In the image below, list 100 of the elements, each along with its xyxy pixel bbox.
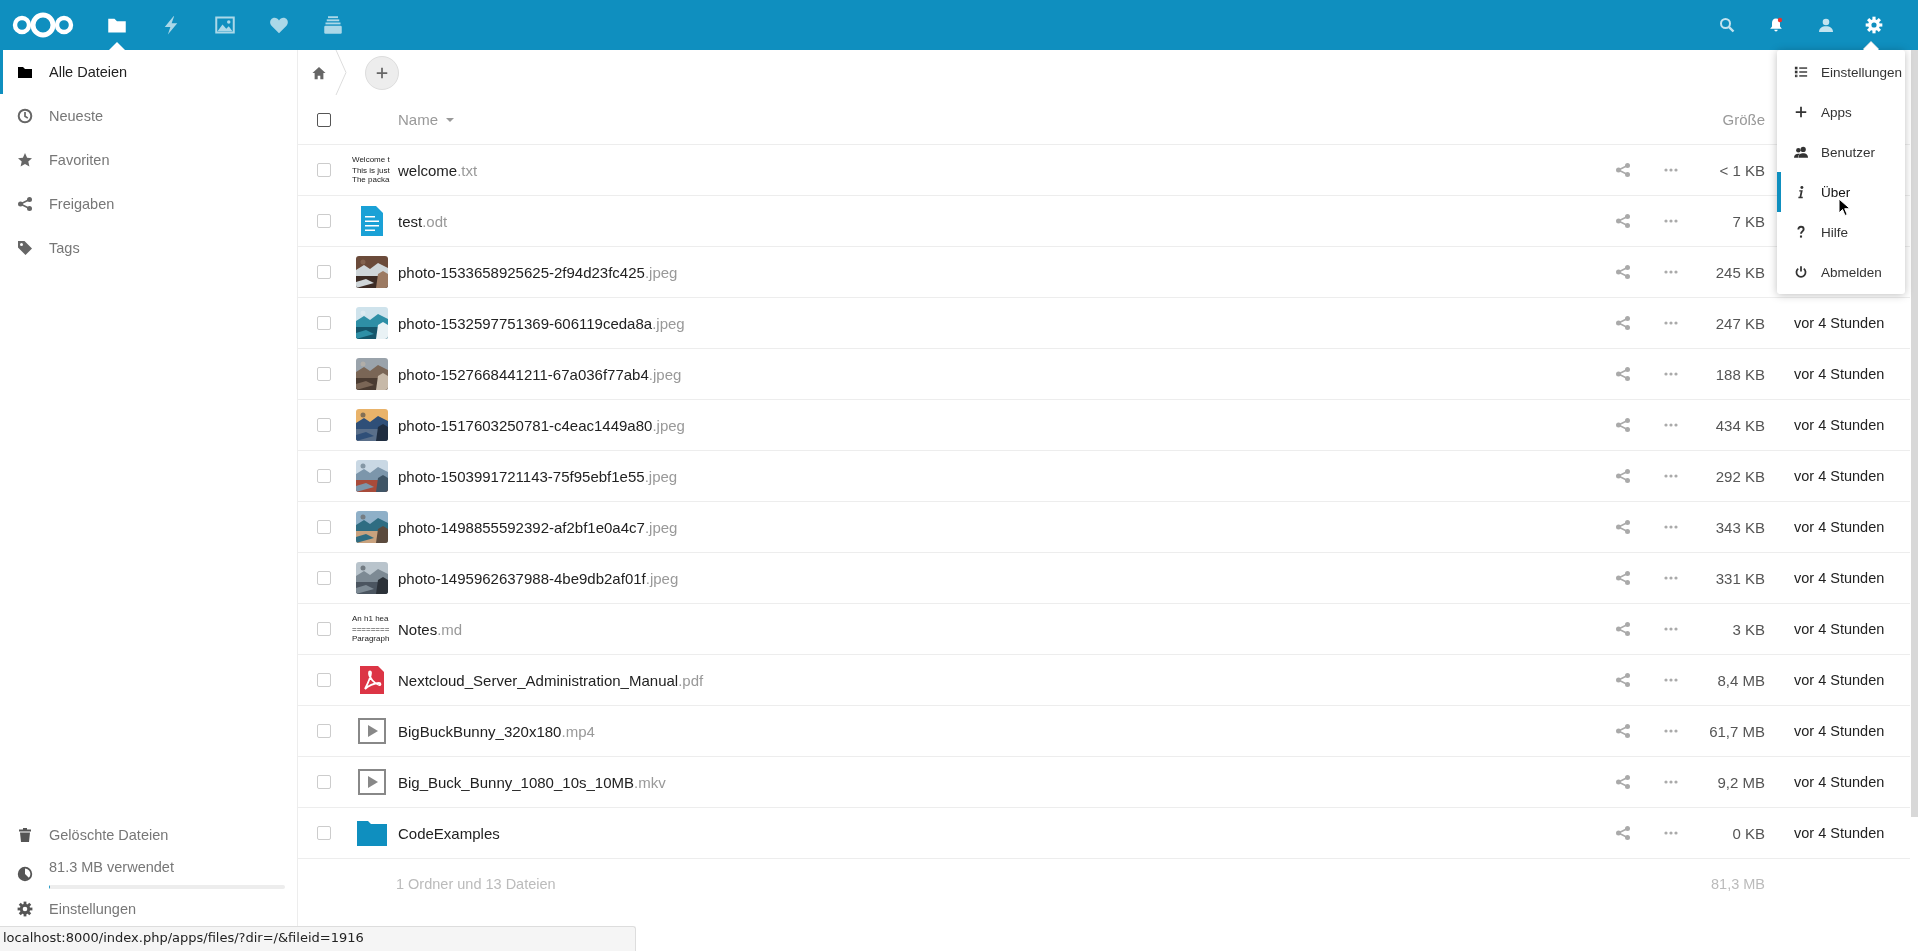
nav-item[interactable]: Alle Dateien [0,50,297,94]
nav-item[interactable]: Freigaben [0,182,297,226]
plus-icon [375,65,389,80]
row-checkbox[interactable] [317,826,331,840]
modified-time: vor 4 Stunden [1794,672,1886,688]
modified-time: vor 4 Stunden [1794,723,1886,739]
trash-icon [17,827,33,843]
file-size: 343 KB [1714,518,1765,536]
row-checkbox[interactable] [317,214,331,228]
menu-item[interactable]: Einstellungen [1777,52,1905,92]
share-icon [1615,315,1631,331]
modified-time: vor 4 Stunden [1794,774,1886,790]
share-icon [1615,570,1631,586]
nav-item[interactable]: Gelöschte Dateien [0,813,297,857]
file-size: 7 KB [1731,212,1765,230]
sort-caret-icon [446,117,454,122]
nav-item[interactable]: Neueste [0,94,297,138]
row-checkbox[interactable] [317,622,331,636]
file-size: 331 KB [1714,569,1765,587]
file-size: 188 KB [1714,365,1765,383]
modified-time: vor 4 Stunden [1794,621,1886,637]
bell-icon [1767,17,1784,33]
text-preview: An h1 hea ======== Paragraph [352,615,390,643]
share-icon [1615,264,1631,280]
modified-time: vor 4 Stunden [1794,570,1886,586]
logo-icon [12,10,74,40]
file-name[interactable]: CodeExamples [398,824,1603,842]
row-checkbox[interactable] [317,418,331,432]
file-size: 245 KB [1714,263,1765,281]
share-icon [1615,162,1631,178]
file-name[interactable]: Nextcloud_Server_Administration_Manual.pdf [398,671,1603,689]
file-name[interactable]: welcome.txt [398,161,1603,179]
settings-icon [17,901,33,917]
file-name[interactable]: BigBuckBunny_320x180.mp4 [398,722,1603,740]
heart-icon [269,15,289,35]
scrollbar[interactable] [1911,50,1918,817]
users-icon [1794,145,1808,159]
search-icon [1718,17,1735,33]
breadcrumb-separator-icon [334,50,350,95]
quota-label: 81.3 MB verwendet [49,859,175,875]
file-name[interactable]: photo-1527668441211-67a036f77ab4.jpeg [398,365,1603,383]
nav-item[interactable]: Tags [0,226,297,270]
menu-item[interactable]: Benutzer [1777,132,1905,172]
list-icon [1794,65,1808,79]
status-url: localhost:8000/index.php/apps/files/?dir=/&fileid=1916 [3,930,364,945]
stack-icon [323,15,343,35]
new-button[interactable] [365,55,399,90]
select-all-checkbox[interactable] [317,112,331,127]
modified-time: vor 4 Stunden [1794,315,1886,331]
row-checkbox[interactable] [317,571,331,585]
share-icon [1615,825,1631,841]
share-icon [1615,774,1631,790]
text-preview: Welcome t This is just The packa [352,156,390,184]
row-checkbox[interactable] [317,265,331,279]
file-name[interactable]: photo-1498855592392-af2bf1e0a4c7.jpeg [398,518,1603,536]
menu-item[interactable]: Apps [1777,92,1905,132]
file-name[interactable]: photo-1533658925625-2f94d23fc425.jpeg [398,263,1603,281]
file-name[interactable]: photo-1495962637988-4be9db2af01f.jpeg [398,569,1603,587]
file-size: 3 KB [1731,620,1765,638]
file-name[interactable]: test.odt [398,212,1603,230]
share-icon [17,196,33,212]
tag-icon [17,240,33,256]
video-icon [356,766,388,798]
row-checkbox[interactable] [317,163,331,177]
menu-item[interactable]: Hilfe [1777,212,1905,252]
share-icon [1615,621,1631,637]
row-checkbox[interactable] [317,316,331,330]
menu-item[interactable]: Abmelden [1777,252,1905,292]
file-size: < 1 KB [1718,161,1765,179]
modified-time: vor 4 Stunden [1794,468,1886,484]
settings-icon [1864,16,1883,34]
cursor-icon [1838,198,1851,217]
file-name[interactable]: Big_Buck_Bunny_1080_10s_10MB.mkv [398,773,1603,791]
file-name[interactable]: photo-1532597751369-606119ceda8a.jpeg [398,314,1603,332]
star-icon [17,152,33,168]
row-checkbox[interactable] [317,775,331,789]
video-icon [356,715,388,747]
row-checkbox[interactable] [317,673,331,687]
settings-link[interactable]: Einstellungen [49,901,137,917]
summary-text: 1 Ordner und 13 Dateien [396,876,556,892]
pie-chart-icon [17,866,33,882]
modified-time: vor 4 Stunden [1794,417,1886,433]
folder-icon [17,64,33,80]
file-name[interactable]: photo-1503991721143-75f95ebf1e55.jpeg [398,467,1603,485]
share-icon [1615,723,1631,739]
row-checkbox[interactable] [317,724,331,738]
file-name[interactable]: Notes.md [398,620,1603,638]
image-icon [215,15,235,35]
nav-item[interactable]: Favoriten [0,138,297,182]
plus-icon [1794,105,1808,119]
file-size: 292 KB [1714,467,1765,485]
file-size: 9,2 MB [1716,773,1765,791]
share-icon [1615,213,1631,229]
row-checkbox[interactable] [317,520,331,534]
row-checkbox[interactable] [317,367,331,381]
row-checkbox[interactable] [317,469,331,483]
clock-icon [17,108,33,124]
file-size: 247 KB [1714,314,1765,332]
file-name[interactable]: photo-1517603250781-c4eac1449a80.jpeg [398,416,1603,434]
file-size: 0 KB [1731,824,1765,842]
